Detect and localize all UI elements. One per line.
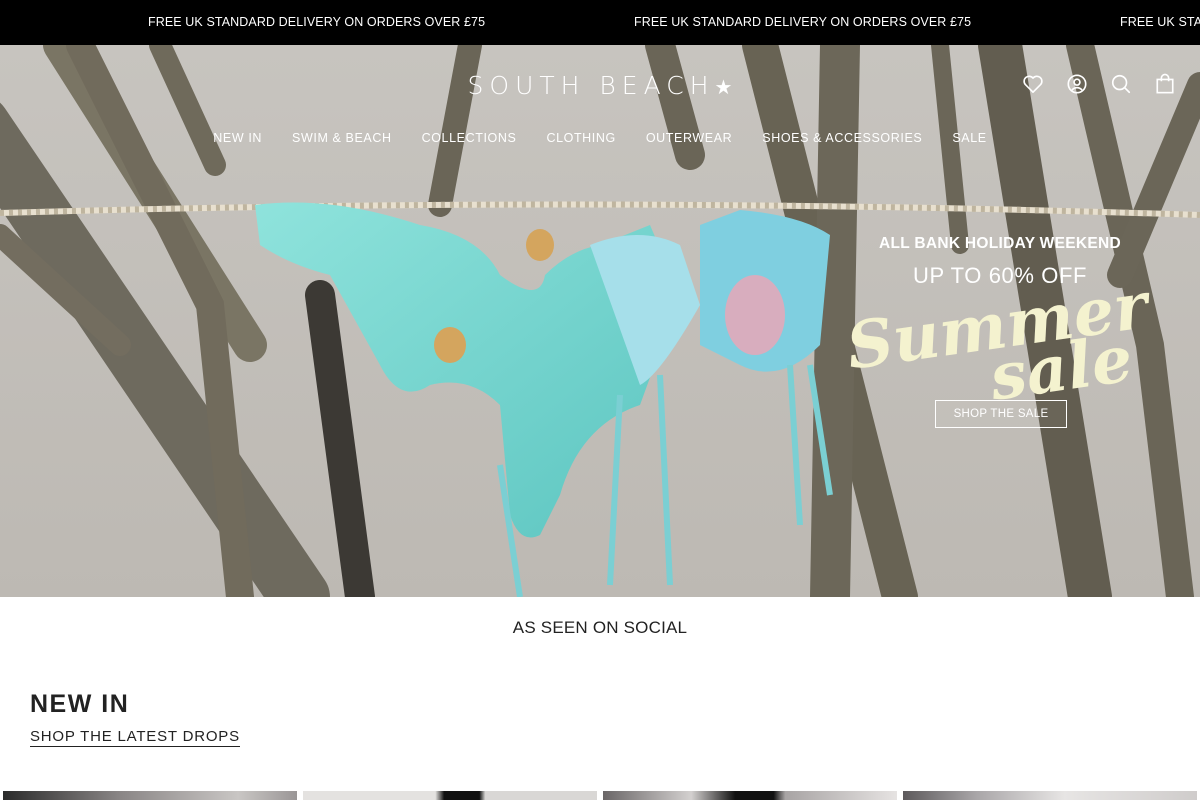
nav-item-outerwear[interactable]: OUTERWEAR	[646, 131, 732, 145]
product-card[interactable]	[3, 791, 297, 800]
shop-the-sale-button[interactable]: SHOP THE SALE	[935, 400, 1067, 428]
hero-banner[interactable]: SOUTH BEACH★ NEW IN SWIM & BEACH COLLECT…	[0, 45, 1200, 597]
product-card[interactable]	[903, 791, 1197, 800]
announcement-message: FREE UK STANDARD DELIVERY ON ORDERS OVER…	[148, 15, 486, 29]
new-in-title: NEW IN	[30, 690, 130, 718]
nav-item-sale[interactable]: SALE	[952, 131, 986, 145]
brand-logo[interactable]: SOUTH BEACH★	[0, 71, 1200, 100]
promo-script-title: Summer sale	[840, 268, 1160, 415]
social-heading: AS SEEN ON SOCIAL	[512, 618, 688, 637]
heart-icon[interactable]	[1022, 71, 1044, 97]
star-icon: ★	[714, 75, 733, 99]
nav-item-new-in[interactable]: NEW IN	[213, 131, 262, 145]
main-nav: NEW IN SWIM & BEACH COLLECTIONS CLOTHING…	[0, 131, 1200, 145]
announcement-bar: FREE UK STANDARD DELIVERY ON ORDERS OVER…	[0, 0, 1200, 45]
product-card[interactable]	[303, 791, 597, 800]
shop-latest-drops-link[interactable]: SHOP THE LATEST DROPS	[30, 728, 240, 747]
product-card[interactable]	[603, 791, 897, 800]
product-grid	[3, 791, 1200, 800]
bag-icon[interactable]	[1154, 71, 1176, 97]
logo-text: SOUTH BEACH	[467, 71, 715, 100]
announcement-message: FREE UK STANDARD DELIVERY ON ORDERS OVER…	[634, 15, 972, 29]
header-icons	[1022, 71, 1176, 97]
nav-item-collections[interactable]: COLLECTIONS	[422, 131, 517, 145]
announcement-message: FREE UK STAND	[1120, 15, 1200, 29]
search-icon[interactable]	[1110, 71, 1132, 97]
account-icon[interactable]	[1066, 71, 1088, 97]
promo-script-word: sale	[985, 321, 1137, 416]
promo-overlay: ALL BANK HOLIDAY WEEKEND UP TO 60% OFF S…	[840, 235, 1160, 428]
nav-item-shoes-accessories[interactable]: SHOES & ACCESSORIES	[762, 131, 922, 145]
nav-item-clothing[interactable]: CLOTHING	[546, 131, 615, 145]
promo-headline: ALL BANK HOLIDAY WEEKEND	[878, 235, 1121, 252]
nav-item-swim-beach[interactable]: SWIM & BEACH	[292, 131, 392, 145]
